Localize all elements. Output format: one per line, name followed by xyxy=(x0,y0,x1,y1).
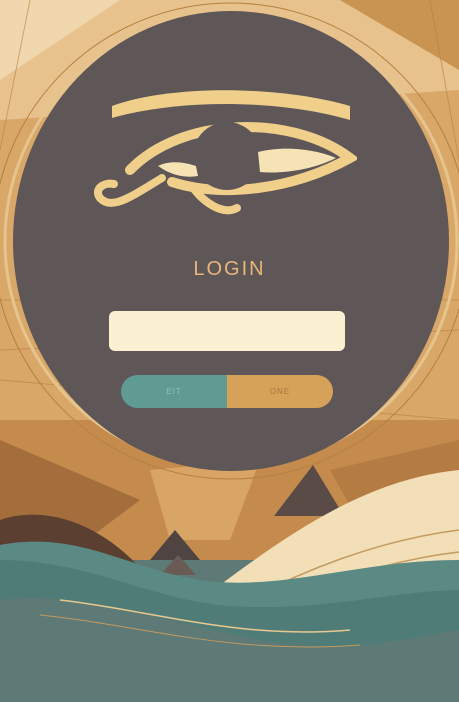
login-input[interactable] xyxy=(109,311,345,351)
right-button[interactable]: ONE xyxy=(227,375,333,408)
login-title: LOGIN xyxy=(193,258,266,280)
login-screen: LOGIN EIT ONE xyxy=(0,0,459,702)
button-group: EIT ONE xyxy=(121,375,333,408)
eye-of-horus-icon xyxy=(94,90,357,215)
left-button[interactable]: EIT xyxy=(121,375,227,408)
